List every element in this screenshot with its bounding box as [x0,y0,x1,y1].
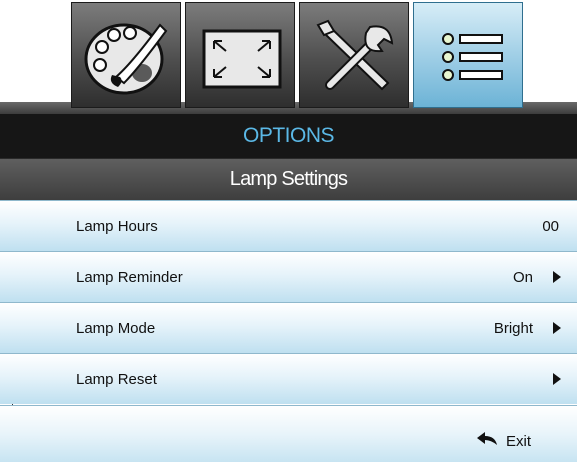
row-value: On [512,269,533,286]
row-label: Lamp Mode [76,320,156,337]
exit-button[interactable]: Exit [506,433,531,450]
tools-icon [316,19,394,91]
palette-icon [84,23,168,95]
row-value: 00 [542,218,559,235]
row-lamp-mode[interactable]: Lamp Mode Bright [0,302,577,353]
return-arrow-icon [477,432,497,445]
options-list-icon [442,33,503,81]
row-lamp-hours[interactable]: Lamp Hours 00 [0,200,577,251]
tab-setup[interactable] [299,2,409,108]
tab-image[interactable] [71,2,181,108]
chevron-right-icon[interactable] [553,271,561,283]
row-label: Lamp Reminder [76,269,183,286]
row-lamp-reset[interactable]: Lamp Reset [0,353,577,404]
menu-title: OPTIONS [0,114,577,158]
section-title: Lamp Settings [0,158,577,200]
row-label: Lamp Hours [76,218,158,235]
tab-options[interactable] [413,2,523,108]
osd-menu: OPTIONS Lamp Settings Lamp Hours 00 Lamp… [0,0,577,462]
row-value: Bright [493,320,533,337]
settings-list: Lamp Hours 00 Lamp Reminder On Lamp Mode… [0,200,577,404]
screen-resize-icon [202,29,282,89]
tab-bar [0,0,577,114]
chevron-right-icon[interactable] [553,322,561,334]
footer: Exit [0,405,577,462]
row-label: Lamp Reset [76,371,157,388]
row-lamp-reminder[interactable]: Lamp Reminder On [0,251,577,302]
chevron-right-icon[interactable] [553,373,561,385]
tab-display[interactable] [185,2,295,108]
